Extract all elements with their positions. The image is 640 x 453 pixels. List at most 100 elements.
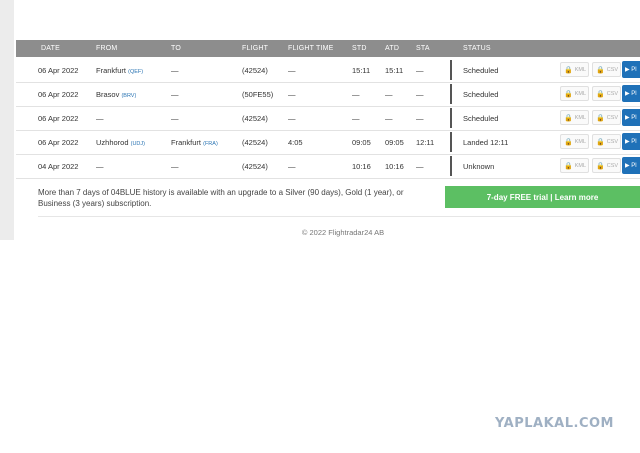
- kml-button[interactable]: 🔒 KML: [560, 62, 589, 77]
- table-row[interactable]: 06 Apr 2022 Brasov (BRV) — (50FE55) — — …: [16, 82, 640, 107]
- sta-cell: —: [416, 162, 424, 171]
- flight-cell[interactable]: (42524): [242, 66, 268, 75]
- kml-button[interactable]: 🔒 KML: [560, 134, 589, 149]
- sta-cell: —: [416, 90, 424, 99]
- play-icon: ▶: [625, 139, 630, 145]
- flight-cell[interactable]: (42524): [242, 162, 268, 171]
- from-city: Frankfurt: [96, 66, 127, 75]
- play-icon: ▶: [625, 115, 630, 121]
- kml-label: KML: [574, 90, 587, 97]
- table-row[interactable]: 04 Apr 2022 — — (42524) — 10:16 10:16 — …: [16, 154, 640, 179]
- from-cell[interactable]: —: [96, 162, 104, 171]
- flight-cell[interactable]: (42524): [242, 114, 268, 123]
- lock-icon: 🔒: [596, 66, 605, 74]
- kml-label: KML: [574, 162, 587, 169]
- status-divider: [450, 60, 452, 80]
- table-row[interactable]: 06 Apr 2022 — — (42524) — — — — Schedule…: [16, 106, 640, 131]
- std-cell: 09:05: [352, 138, 371, 147]
- lock-icon: 🔒: [564, 114, 573, 122]
- to-cell[interactable]: —: [171, 114, 179, 123]
- lock-icon: 🔒: [564, 138, 573, 146]
- to-cell[interactable]: —: [171, 162, 179, 171]
- status-divider: [450, 156, 452, 176]
- from-cell[interactable]: Brasov (BRV): [96, 90, 136, 99]
- free-trial-button[interactable]: 7-day FREE trial | Learn more: [445, 186, 640, 208]
- date-cell: 06 Apr 2022: [38, 114, 79, 123]
- col-atd: ATD: [385, 45, 400, 52]
- csv-label: CSV: [606, 138, 619, 145]
- play-icon: ▶: [625, 67, 630, 73]
- to-cell[interactable]: —: [171, 90, 179, 99]
- from-city: Brasov: [96, 90, 120, 99]
- play-icon: ▶: [625, 91, 630, 97]
- lock-icon: 🔒: [596, 162, 605, 170]
- flight-time-cell: —: [288, 90, 296, 99]
- table-row[interactable]: 06 Apr 2022 Uzhhorod (UDJ) Frankfurt (FR…: [16, 130, 640, 155]
- date-cell: 04 Apr 2022: [38, 162, 79, 171]
- csv-button[interactable]: 🔒 CSV: [592, 86, 621, 101]
- play-button[interactable]: ▶ Pl: [622, 133, 640, 150]
- play-icon: ▶: [625, 163, 630, 169]
- to-city: —: [171, 90, 179, 99]
- col-date: DATE: [41, 45, 60, 52]
- kml-button[interactable]: 🔒 KML: [560, 158, 589, 173]
- col-flight-time: FLIGHT TIME: [288, 45, 334, 52]
- upgrade-notice: More than 7 days of 04BLUE history is av…: [38, 188, 404, 208]
- status-cell: Scheduled: [463, 66, 499, 75]
- std-cell: 15:11: [352, 66, 371, 75]
- date-cell: 06 Apr 2022: [38, 90, 79, 99]
- flight-cell[interactable]: (50FE55): [242, 90, 273, 99]
- to-city: —: [171, 162, 179, 171]
- to-cell[interactable]: Frankfurt (FRA): [171, 138, 218, 147]
- sta-cell: —: [416, 66, 424, 75]
- to-cell[interactable]: —: [171, 66, 179, 75]
- flight-cell[interactable]: (42524): [242, 138, 268, 147]
- kml-label: KML: [574, 114, 587, 121]
- status-divider: [450, 132, 452, 152]
- from-city: —: [96, 114, 104, 123]
- lock-icon: 🔒: [596, 90, 605, 98]
- csv-button[interactable]: 🔒 CSV: [592, 110, 621, 125]
- col-to: TO: [171, 45, 181, 52]
- kml-button[interactable]: 🔒 KML: [560, 110, 589, 125]
- csv-label: CSV: [606, 66, 619, 73]
- atd-cell: 09:05: [385, 138, 404, 147]
- std-cell: —: [352, 114, 360, 123]
- table-header: DATE FROM TO FLIGHT FLIGHT TIME STD ATD …: [16, 40, 640, 57]
- lock-icon: 🔒: [564, 90, 573, 98]
- status-cell: Unknown: [463, 162, 495, 171]
- kml-label: KML: [574, 66, 587, 73]
- csv-button[interactable]: 🔒 CSV: [592, 134, 621, 149]
- atd-cell: —: [385, 90, 393, 99]
- status-cell: Landed 12:11: [463, 138, 509, 147]
- play-button[interactable]: ▶ Pl: [622, 85, 640, 102]
- copyright-text: © 2022 Flightradar24 AB: [301, 228, 385, 237]
- csv-label: CSV: [606, 90, 619, 97]
- from-code: (BRV): [121, 93, 137, 99]
- kml-button[interactable]: 🔒 KML: [560, 86, 589, 101]
- play-label: Pl: [631, 162, 637, 169]
- from-cell[interactable]: Uzhhorod (UDJ): [96, 138, 145, 147]
- lock-icon: 🔒: [596, 138, 605, 146]
- csv-label: CSV: [606, 162, 619, 169]
- play-button[interactable]: ▶ Pl: [622, 157, 640, 174]
- csv-button[interactable]: 🔒 CSV: [592, 62, 621, 77]
- lock-icon: 🔒: [564, 162, 573, 170]
- lock-icon: 🔒: [596, 114, 605, 122]
- status-cell: Scheduled: [463, 90, 499, 99]
- from-cell[interactable]: Frankfurt (QEF): [96, 66, 143, 75]
- play-button[interactable]: ▶ Pl: [622, 61, 640, 78]
- table-row[interactable]: 06 Apr 2022 Frankfurt (QEF) — (42524) — …: [16, 58, 640, 83]
- std-cell: 10:16: [352, 162, 371, 171]
- status-divider: [450, 84, 452, 104]
- atd-cell: 10:16: [385, 162, 404, 171]
- from-cell[interactable]: —: [96, 114, 104, 123]
- atd-cell: —: [385, 114, 393, 123]
- play-label: Pl: [631, 138, 637, 145]
- csv-button[interactable]: 🔒 CSV: [592, 158, 621, 173]
- from-code: (UDJ): [130, 141, 145, 147]
- play-label: Pl: [631, 114, 637, 121]
- play-label: Pl: [631, 66, 637, 73]
- lock-icon: 🔒: [564, 66, 573, 74]
- play-button[interactable]: ▶ Pl: [622, 109, 640, 126]
